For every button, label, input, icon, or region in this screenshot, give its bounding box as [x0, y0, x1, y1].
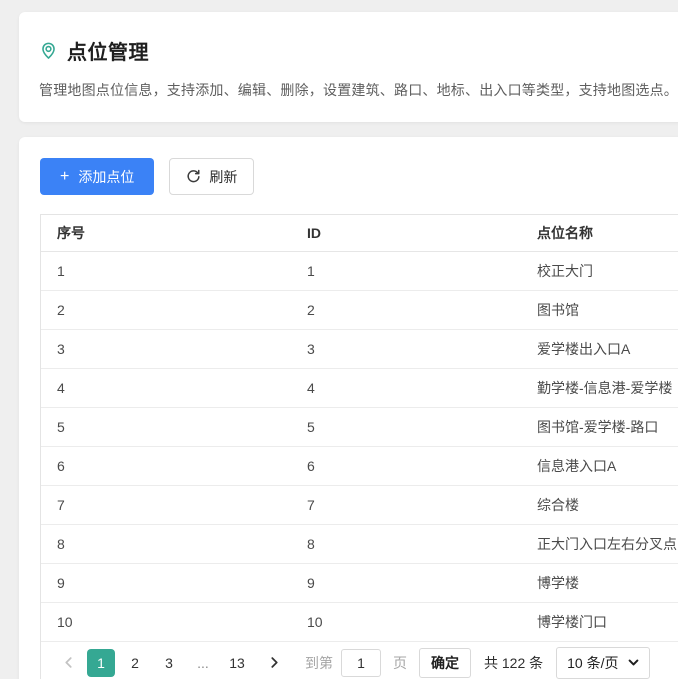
- chevron-down-icon: [628, 657, 639, 668]
- pagination: 123...13 到第 页 确定 共 122 条 10 条/页: [41, 642, 678, 679]
- column-header-name: 点位名称: [521, 215, 678, 252]
- table-row: 55图书馆-爱学楼-路口: [41, 408, 678, 447]
- cell-id: 2: [291, 291, 521, 330]
- confirm-button[interactable]: 确定: [419, 648, 471, 678]
- cell-name: 博学楼门口: [521, 603, 678, 642]
- goto-page-input[interactable]: [341, 649, 381, 677]
- title-row: 点位管理: [39, 36, 678, 65]
- cell-index: 8: [41, 525, 291, 564]
- cell-name: 图书馆-爱学楼-路口: [521, 408, 678, 447]
- cell-id: 6: [291, 447, 521, 486]
- column-header-id: ID: [291, 215, 521, 252]
- cell-id: 9: [291, 564, 521, 603]
- cell-name: 综合楼: [521, 486, 678, 525]
- cell-index: 7: [41, 486, 291, 525]
- cell-index: 2: [41, 291, 291, 330]
- cell-index: 5: [41, 408, 291, 447]
- goto-label: 到第: [305, 653, 333, 673]
- plus-icon: +: [60, 169, 69, 185]
- page-button-1[interactable]: 1: [87, 649, 115, 677]
- cell-id: 4: [291, 369, 521, 408]
- table-row: 1010博学楼门口: [41, 603, 678, 642]
- cell-id: 5: [291, 408, 521, 447]
- cell-index: 1: [41, 252, 291, 291]
- cell-id: 10: [291, 603, 521, 642]
- page-unit-label: 页: [393, 653, 407, 673]
- cell-index: 10: [41, 603, 291, 642]
- table-row: 33爱学楼出入口A: [41, 330, 678, 369]
- table-row: 44勤学楼-信息港-爱学楼: [41, 369, 678, 408]
- cell-index: 3: [41, 330, 291, 369]
- table-row: 11校正大门: [41, 252, 678, 291]
- table-row: 22图书馆: [41, 291, 678, 330]
- content-card: + 添加点位 刷新 序号 ID: [19, 137, 678, 679]
- cell-name: 正大门入口左右分叉点: [521, 525, 678, 564]
- toolbar: + 添加点位 刷新: [40, 158, 678, 195]
- table-row: 99博学楼: [41, 564, 678, 603]
- cell-name: 校正大门: [521, 252, 678, 291]
- refresh-label: 刷新: [209, 167, 237, 187]
- cell-index: 9: [41, 564, 291, 603]
- refresh-icon: [186, 169, 201, 184]
- table-row: 88正大门入口左右分叉点: [41, 525, 678, 564]
- points-table: 序号 ID 点位名称 11校正大门22图书馆33爱学楼出入口A44勤学楼-信息港…: [40, 214, 678, 679]
- table-row: 77综合楼: [41, 486, 678, 525]
- page-button-13[interactable]: 13: [223, 649, 251, 677]
- page-button-2[interactable]: 2: [121, 649, 149, 677]
- page-button-3[interactable]: 3: [155, 649, 183, 677]
- cell-name: 勤学楼-信息港-爱学楼: [521, 369, 678, 408]
- page-title: 点位管理: [67, 36, 149, 65]
- page-size-value: 10 条/页: [567, 653, 618, 673]
- column-header-index: 序号: [41, 215, 291, 252]
- location-pin-icon: [39, 41, 58, 60]
- page-ellipsis: ...: [189, 649, 217, 677]
- total-count: 共 122 条: [484, 653, 543, 673]
- cell-name: 图书馆: [521, 291, 678, 330]
- cell-id: 3: [291, 330, 521, 369]
- cell-name: 博学楼: [521, 564, 678, 603]
- page-description: 管理地图点位信息，支持添加、编辑、删除，设置建筑、路口、地标、出入口等类型，支持…: [39, 80, 678, 100]
- cell-id: 1: [291, 252, 521, 291]
- page-size-select[interactable]: 10 条/页: [556, 647, 649, 679]
- table-row: 66信息港入口A: [41, 447, 678, 486]
- cell-id: 7: [291, 486, 521, 525]
- next-page-button[interactable]: [261, 649, 287, 677]
- header-card: 点位管理 管理地图点位信息，支持添加、编辑、删除，设置建筑、路口、地标、出入口等…: [19, 12, 678, 122]
- cell-name: 信息港入口A: [521, 447, 678, 486]
- table-header-row: 序号 ID 点位名称: [41, 215, 678, 252]
- add-point-label: 添加点位: [78, 167, 134, 187]
- refresh-button[interactable]: 刷新: [169, 158, 254, 195]
- cell-id: 8: [291, 525, 521, 564]
- add-point-button[interactable]: + 添加点位: [40, 158, 154, 195]
- cell-name: 爱学楼出入口A: [521, 330, 678, 369]
- cell-index: 4: [41, 369, 291, 408]
- cell-index: 6: [41, 447, 291, 486]
- prev-page-button[interactable]: [55, 649, 81, 677]
- page: 点位管理 管理地图点位信息，支持添加、编辑、删除，设置建筑、路口、地标、出入口等…: [0, 0, 678, 679]
